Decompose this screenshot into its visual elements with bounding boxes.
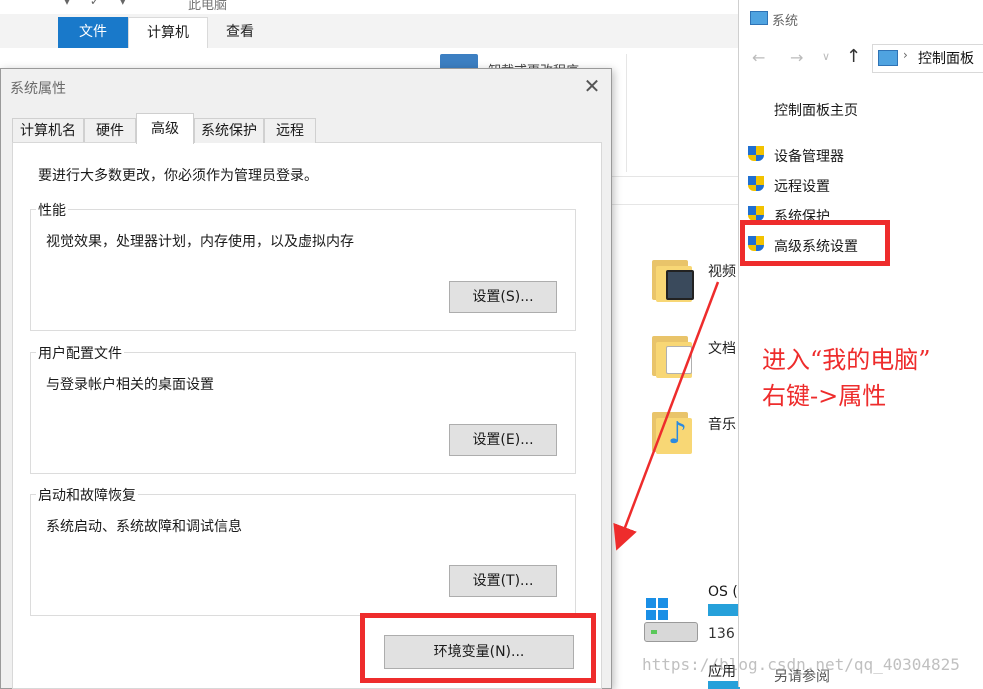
back-arrow-icon[interactable]: ← [752,48,765,67]
control-panel-home-link[interactable]: 控制面板主页 [774,100,858,120]
annotation-line-1: 进入“我的电脑” [762,346,931,374]
annotation-text: 进入“我的电脑” 右键->属性 [762,342,931,414]
forward-arrow-icon[interactable]: → [790,48,803,67]
performance-settings-button[interactable]: 设置(S)... [449,281,557,313]
os-drive-icon[interactable] [644,598,698,642]
device-manager-link[interactable]: 设备管理器 [774,146,844,166]
explorer-titlebar: ▾ ✓ ▾ 此电脑 [0,0,740,14]
highlight-advanced-settings [740,220,890,266]
address-text[interactable]: 控制面板 [918,48,974,68]
shield-icon [748,176,764,194]
group-title-user-profiles: 用户配置文件 [36,343,124,363]
startup-recovery-settings-button[interactable]: 设置(T)... [449,565,557,597]
remote-settings-link[interactable]: 远程设置 [774,176,830,196]
dialog-title: 系统属性 [10,81,66,97]
tab-advanced[interactable]: 高级 [136,113,194,144]
tab-computer[interactable]: 计算机 [128,17,208,49]
group-desc-startup-recovery: 系统启动、系统故障和调试信息 [46,519,242,535]
drive-size-text: 136 [708,626,735,642]
tab-view[interactable]: 查看 [216,17,264,48]
tab-system-protection[interactable]: 系统保护 [194,118,264,143]
explorer-address-strip [612,178,740,205]
computer-icon [750,11,768,25]
group-title-performance: 性能 [36,200,68,220]
group-desc-performance: 视觉效果，处理器计划，内存使用，以及虚拟内存 [46,234,354,250]
user-profiles-settings-button[interactable]: 设置(E)... [449,424,557,456]
videos-folder-icon[interactable] [652,256,694,302]
control-panel-icon [878,50,898,66]
ribbon-divider [626,54,627,172]
folder-label-videos[interactable]: 视频 [708,261,736,281]
apps-usage-bar [708,681,740,689]
close-icon[interactable]: ✕ [580,74,604,98]
documents-folder-icon[interactable] [652,332,692,378]
tab-remote[interactable]: 远程 [264,118,316,143]
admin-note: 要进行大多数更改，你必须作为管理员登录。 [38,168,318,184]
system-window-title: 系统 [772,14,799,29]
chevron-right-icon[interactable]: › [903,48,908,62]
explorer-title: 此电脑 [188,0,228,13]
drive-usage-bar [708,604,740,616]
up-arrow-icon[interactable]: ↑ [846,46,861,67]
quick-access-icons[interactable]: ▾ ✓ ▾ [64,0,134,8]
folder-label-documents[interactable]: 文档 [708,338,736,358]
group-title-startup-recovery: 启动和故障恢复 [36,485,138,505]
tab-computer-name[interactable]: 计算机名 [12,118,84,143]
highlight-env-button [360,613,596,683]
chevron-down-icon[interactable]: ∨ [822,50,830,63]
group-desc-user-profiles: 与登录帐户相关的桌面设置 [46,377,214,393]
watermark: https://blog.csdn.net/qq_40304825 [642,655,960,674]
tab-hardware[interactable]: 硬件 [84,118,136,143]
shield-icon [748,146,764,164]
tab-file[interactable]: 文件 [58,17,128,48]
music-folder-icon[interactable]: ♪ [652,408,692,454]
startup-recovery-group [30,494,576,616]
annotation-line-2: 右键->属性 [762,382,887,410]
drive-label[interactable]: OS ( [708,584,738,600]
folder-label-music[interactable]: 音乐 [708,414,736,434]
